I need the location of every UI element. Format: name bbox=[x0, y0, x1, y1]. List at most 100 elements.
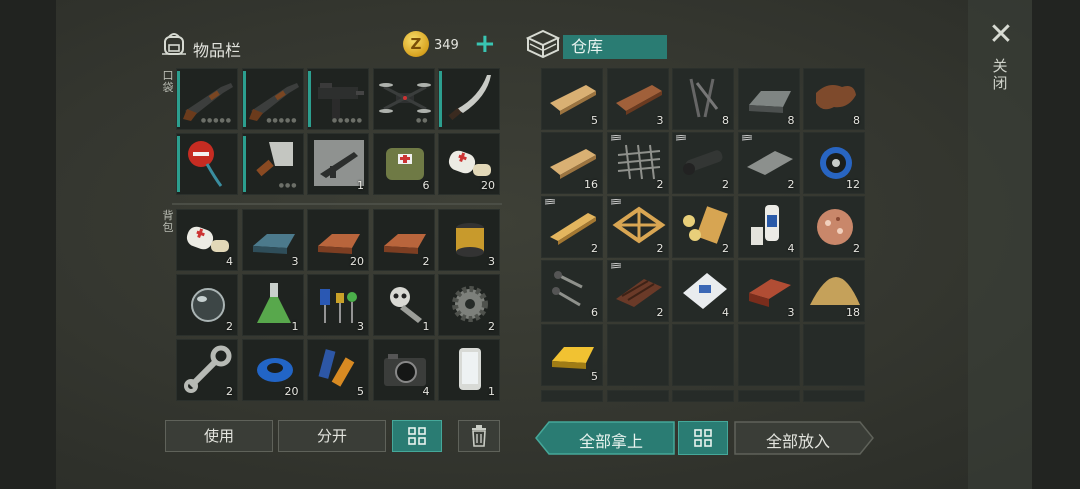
durability-bar bbox=[439, 71, 442, 127]
durability-bar bbox=[242, 136, 246, 192]
storage-sort-button[interactable] bbox=[678, 421, 728, 455]
uzi-smg-icon bbox=[318, 83, 364, 119]
split-button[interactable]: 分开 bbox=[278, 420, 386, 452]
item-count: 8 bbox=[787, 114, 795, 127]
item-slot-smartphone[interactable]: 1 bbox=[438, 339, 500, 401]
item-slot-batteries[interactable]: 5 bbox=[307, 339, 369, 401]
item-count: 2 bbox=[656, 306, 664, 319]
item-slot-wire-spool[interactable]: 12 bbox=[803, 132, 865, 194]
pocket-label: 口袋 bbox=[162, 69, 174, 94]
item-slot-capacitors[interactable]: 3 bbox=[307, 274, 369, 336]
item-slot-cleaver[interactable]: ●●● bbox=[241, 133, 304, 195]
empty-slot[interactable] bbox=[541, 390, 603, 402]
item-slot-brick[interactable]: 3 bbox=[737, 260, 800, 322]
item-slot-iron-ingot[interactable]: 8 bbox=[737, 68, 800, 130]
item-slot-pump-shotgun[interactable]: ●●●●● bbox=[176, 68, 238, 130]
item-slot-pipe[interactable]: 2 bbox=[672, 132, 734, 194]
item-slot-wrench[interactable]: 2 bbox=[176, 339, 238, 401]
storage-crate-icon bbox=[526, 29, 560, 59]
item-slot-gold-ingot[interactable]: 5 bbox=[541, 324, 603, 386]
left-edge bbox=[0, 0, 56, 489]
item-slot-bandage[interactable]: 4 bbox=[176, 209, 238, 271]
item-slot-metal-plate[interactable]: 2 bbox=[737, 132, 800, 194]
item-slot-copper-ingot[interactable]: 2 bbox=[372, 209, 435, 271]
item-slot-rifle-blueprint[interactable]: 1 bbox=[307, 133, 369, 195]
item-count: 20 bbox=[481, 179, 495, 192]
item-slot-drone[interactable]: ●● bbox=[372, 68, 435, 130]
item-slot-roof-tiles[interactable]: 2 bbox=[606, 260, 669, 322]
blueprint-icon bbox=[610, 135, 621, 141]
put-all-label[interactable]: 全部放入 bbox=[735, 428, 861, 452]
empty-slot[interactable] bbox=[606, 324, 669, 386]
item-slot-sand-pile[interactable]: 18 bbox=[803, 260, 865, 322]
add-coins-button[interactable]: + bbox=[474, 30, 496, 58]
pump-shotgun-2-icon bbox=[248, 83, 299, 121]
item-slot-glass-lens[interactable]: 2 bbox=[176, 274, 238, 336]
item-slot-wood-frame[interactable]: 2 bbox=[606, 196, 669, 258]
stop-sign-axe-icon bbox=[188, 141, 223, 187]
item-slot-skull-mechanism[interactable]: 1 bbox=[372, 274, 435, 336]
item-slot-plank[interactable]: 16 bbox=[541, 132, 603, 194]
item-slot-cement-bag[interactable]: 4 bbox=[672, 260, 734, 322]
item-slot-machete[interactable] bbox=[438, 68, 500, 130]
item-slot-plank[interactable]: 5 bbox=[541, 68, 603, 130]
item-slot-wood-shavings[interactable]: 2 bbox=[803, 196, 865, 258]
item-slot-stop-sign-axe[interactable] bbox=[176, 133, 238, 195]
item-slot-rebar-grid[interactable]: 2 bbox=[606, 132, 669, 194]
use-button[interactable]: 使用 bbox=[165, 420, 273, 452]
right-edge bbox=[1032, 0, 1080, 489]
item-slot-nails[interactable]: 8 bbox=[672, 68, 734, 130]
item-slot-glue-bottles[interactable]: 4 bbox=[737, 196, 800, 258]
empty-slot[interactable] bbox=[803, 390, 865, 402]
empty-slot[interactable] bbox=[737, 324, 800, 386]
item-slot-duct-tape[interactable]: 20 bbox=[241, 339, 304, 401]
durability-bar bbox=[242, 71, 246, 127]
item-count: 1 bbox=[357, 179, 364, 192]
machete-icon bbox=[448, 75, 491, 121]
item-count: 2 bbox=[853, 242, 860, 255]
trash-button[interactable] bbox=[458, 420, 500, 452]
item-slot-wood-bolts[interactable]: 2 bbox=[672, 196, 734, 258]
item-count: 4 bbox=[722, 306, 729, 319]
empty-slot[interactable] bbox=[606, 390, 669, 402]
item-slot-copper-ingot[interactable]: 20 bbox=[307, 209, 369, 271]
item-slot-steel-ingot[interactable]: 3 bbox=[241, 209, 304, 271]
item-count: 6 bbox=[422, 179, 430, 192]
item-count: 3 bbox=[488, 255, 495, 268]
item-count: 5 bbox=[591, 114, 598, 127]
item-slot-camera[interactable]: 4 bbox=[372, 339, 435, 401]
empty-slot[interactable] bbox=[803, 324, 865, 386]
item-slot-first-aid-backpack[interactable]: 6 bbox=[372, 133, 435, 195]
item-count: 5 bbox=[357, 385, 364, 398]
trash-icon bbox=[472, 425, 486, 447]
item-count: 2 bbox=[226, 385, 233, 398]
quality-dots: ●●●●● bbox=[266, 117, 298, 124]
blueprint-icon bbox=[676, 135, 686, 141]
inventory-sort-button[interactable] bbox=[392, 420, 442, 452]
empty-slot[interactable] bbox=[672, 390, 734, 402]
blueprint-icon bbox=[741, 135, 752, 141]
pump-shotgun-icon bbox=[183, 83, 233, 121]
quality-dots: ●●● bbox=[278, 182, 298, 189]
item-count: 2 bbox=[787, 178, 795, 191]
empty-slot[interactable] bbox=[737, 390, 800, 402]
item-count: 2 bbox=[591, 242, 598, 255]
item-slot-gear[interactable]: 2 bbox=[438, 274, 500, 336]
drone-icon bbox=[378, 83, 431, 113]
item-slot-leather[interactable]: 8 bbox=[803, 68, 865, 130]
item-slot-dark-plank[interactable]: 3 bbox=[606, 68, 669, 130]
blueprint-icon bbox=[610, 199, 621, 205]
take-all-label[interactable]: 全部拿上 bbox=[548, 428, 674, 452]
item-slot-bandage[interactable]: 20 bbox=[438, 133, 500, 195]
close-label[interactable]: 关闭 bbox=[991, 58, 1009, 92]
item-slot-beam[interactable]: 2 bbox=[541, 196, 603, 258]
item-slot-screws[interactable]: 6 bbox=[541, 260, 603, 322]
item-count: 2 bbox=[488, 320, 495, 333]
item-slot-oil-filter[interactable]: 3 bbox=[438, 209, 500, 271]
item-slot-chemical-flask[interactable]: 1 bbox=[241, 274, 304, 336]
blueprint-icon bbox=[610, 263, 621, 269]
item-slot-pump-shotgun-2[interactable]: ●●●●● bbox=[241, 68, 304, 130]
close-icon[interactable]: ✕ bbox=[987, 18, 1015, 52]
item-slot-uzi-smg[interactable]: ●●●●● bbox=[307, 68, 369, 130]
empty-slot[interactable] bbox=[672, 324, 734, 386]
